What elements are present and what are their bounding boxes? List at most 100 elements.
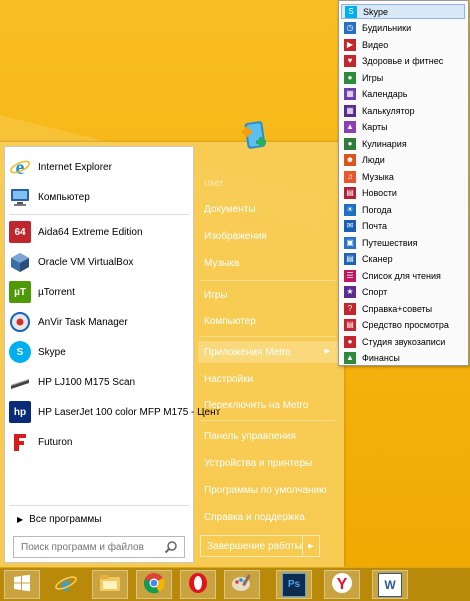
program-internet-explorer[interactable]: e Internet Explorer (9, 153, 191, 181)
shutdown-button[interactable]: Завершение работы ▶ (200, 535, 320, 557)
search-icon[interactable] (164, 540, 178, 554)
scanner-icon: ▤ (344, 253, 356, 265)
user-avatar[interactable] (238, 118, 272, 154)
news-icon: ▤ (344, 187, 356, 199)
taskbar-yandex-browser[interactable]: Y (324, 570, 360, 599)
anvir-icon (9, 311, 31, 333)
menu-item-label: Документы (204, 203, 256, 215)
menu-computer[interactable]: Компьютер (198, 310, 338, 332)
metro-app-news[interactable]: ▤ Новости (341, 186, 465, 201)
metro-app-video[interactable]: ▶ Видео (341, 37, 465, 52)
chrome-icon (143, 572, 165, 597)
search-input[interactable] (19, 540, 163, 554)
metro-app-calculator[interactable]: ▦ Калькулятор (341, 103, 465, 118)
menu-control-panel[interactable]: Панель управления (198, 425, 338, 447)
metro-app-label: Музыка (362, 171, 394, 182)
help-icon: ? (344, 302, 356, 315)
menu-games[interactable]: Игры (198, 284, 338, 306)
menu-item-label: Игры (204, 289, 228, 301)
gamepad-icon: ● (344, 71, 356, 84)
taskbar-opera[interactable] (180, 570, 216, 599)
metro-app-reading-list[interactable]: ☰ Список для чтения (341, 268, 465, 283)
metro-app-label: Кулинария (362, 138, 407, 149)
reader-icon: ▤ (344, 319, 356, 331)
taskbar-internet-explorer[interactable]: e (48, 570, 84, 599)
menu-switch-to-metro[interactable]: Переключить на Metro (198, 394, 338, 416)
program-label: Futuron (38, 436, 73, 448)
taskbar-chrome[interactable] (136, 570, 172, 599)
program-aida64[interactable]: 64 Aida64 Extreme Edition (9, 218, 191, 246)
program-virtualbox[interactable]: Oracle VM VirtualBox (9, 248, 191, 276)
program-label: µTorrent (38, 286, 75, 298)
program-utorrent[interactable]: µT µTorrent (9, 278, 191, 306)
programs-panel: e Internet Explorer Компьютер 64 Aida64 … (4, 146, 220, 563)
calendar-icon: ▦ (344, 88, 356, 100)
metro-app-skype[interactable]: S Skype (341, 4, 465, 19)
metro-app-music[interactable]: ♫ Музыка (341, 169, 465, 184)
menu-item-label: Приложения Metro (204, 346, 291, 358)
metro-app-maps[interactable]: ▲ Карты (341, 120, 465, 135)
program-hp-scan[interactable]: HP LJ100 M175 Scan (9, 368, 191, 396)
metro-app-calendar[interactable]: ▦ Календарь (341, 87, 465, 102)
finance-chart-icon: ▲ (344, 352, 356, 364)
file-explorer-icon (98, 572, 122, 597)
metro-app-weather[interactable]: ☀ Погода (341, 202, 465, 217)
menu-pictures[interactable]: Изображения (198, 225, 338, 247)
metro-app-scanner[interactable]: ▤ Сканер (341, 252, 465, 267)
program-label: AnVir Task Manager (38, 316, 128, 328)
search-box[interactable] (13, 536, 185, 558)
program-skype[interactable]: S Skype (9, 338, 191, 366)
calculator-icon: ▦ (344, 104, 356, 117)
program-anvir[interactable]: AnVir Task Manager (9, 308, 191, 336)
metro-app-label: Новости (362, 188, 397, 198)
menu-item-label: Панель управления (204, 430, 296, 442)
menu-devices-printers[interactable]: Устройства и принтеры (198, 452, 338, 474)
futuron-icon (9, 431, 31, 453)
program-futuron[interactable]: Futuron (9, 428, 191, 456)
headphones-icon: ♫ (344, 170, 356, 183)
metro-app-health[interactable]: ♥ Здоровье и фитнес (341, 54, 465, 69)
program-label: HP LaserJet 100 color MFP M175 - Цент (38, 406, 221, 418)
menu-item-label: Музыка (204, 257, 240, 269)
taskbar-file-explorer[interactable] (92, 570, 128, 599)
metro-app-travel[interactable]: ▣ Путешествия (341, 235, 465, 250)
metro-app-label: Видео (362, 39, 389, 50)
metro-app-label: Список для чтения (362, 270, 441, 281)
submenu-arrow-icon: ▶ (324, 348, 330, 355)
menu-default-programs[interactable]: Программы по умолчанию (198, 479, 338, 501)
menu-music[interactable]: Музыка (198, 252, 338, 274)
metro-app-games[interactable]: ● Игры (341, 70, 465, 85)
metro-app-sports[interactable]: ★ Спорт (341, 285, 465, 300)
program-computer[interactable]: Компьютер (9, 183, 191, 211)
metro-app-alarms[interactable]: ◷ Будильники (341, 21, 465, 36)
menu-help-support[interactable]: Справка и поддержка (198, 506, 338, 528)
menu-metro-apps[interactable]: Приложения Metro ▶ (198, 341, 338, 363)
menu-documents[interactable]: Документы (198, 198, 338, 220)
metro-app-people[interactable]: ☻ Люди (341, 153, 465, 168)
metro-app-cooking[interactable]: ● Кулинария (341, 136, 465, 151)
program-label: Компьютер (38, 191, 90, 203)
menu-settings[interactable]: Настройки (198, 368, 338, 390)
program-hp-laserjet[interactable]: hp HP LaserJet 100 color MFP M175 - Цент (9, 398, 220, 426)
all-programs-label: Все программы (29, 513, 102, 525)
all-programs-button[interactable]: ▶ Все программы (17, 511, 101, 527)
shutdown-options-arrow-icon[interactable]: ▶ (302, 536, 319, 556)
program-label: Skype (38, 346, 66, 358)
metro-apps-submenu: S Skype ◷ Будильники ▶ Видео ♥ Здоровье и фи… (338, 0, 469, 366)
photoshop-icon: Ps (282, 572, 306, 597)
svg-text:e: e (61, 571, 71, 595)
svg-text:Y: Y (337, 576, 348, 593)
metro-app-sound-recorder[interactable]: ● Студия звукозаписи (341, 334, 465, 349)
metro-app-reader[interactable]: ▤ Средство просмотра (341, 318, 465, 333)
taskbar-paint[interactable] (224, 570, 260, 599)
aida64-icon: 64 (9, 221, 31, 243)
taskbar-photoshop[interactable]: Ps (276, 570, 312, 599)
metro-app-help-tips[interactable]: ? Справка+советы (341, 301, 465, 316)
start-button[interactable] (4, 570, 40, 599)
taskbar-word[interactable]: W (372, 570, 408, 599)
metro-app-finance[interactable]: ▲ Финансы (341, 351, 465, 366)
metro-app-label: Календарь (362, 89, 408, 99)
user-name[interactable]: user (204, 178, 264, 189)
metro-app-mail[interactable]: ✉ Почта (341, 219, 465, 234)
taskbar: e Ps Y W (0, 567, 470, 601)
